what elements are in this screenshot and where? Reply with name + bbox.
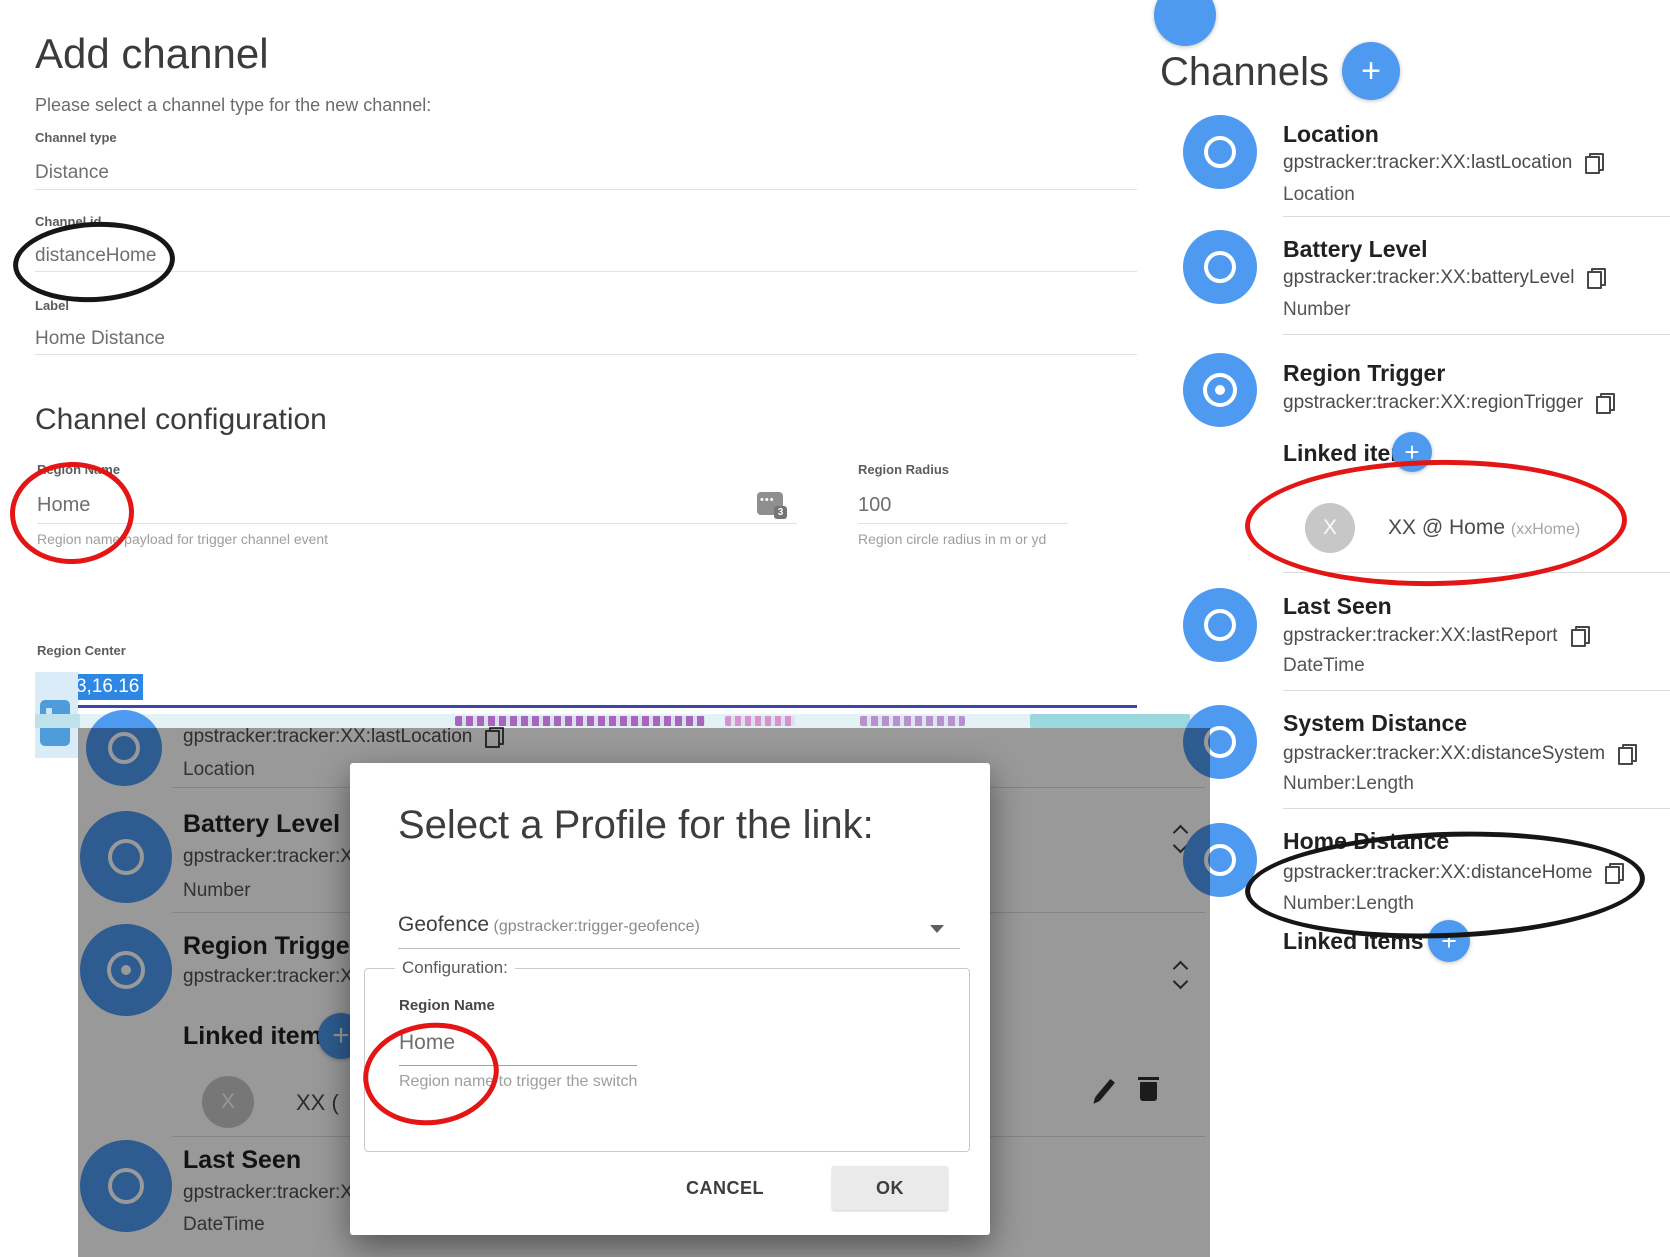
channel-id-underline <box>35 271 1137 272</box>
channel-title: Last Seen <box>1283 593 1392 620</box>
channel-id-row: gpstracker:tracker:XX:regionTrigger <box>1283 392 1615 414</box>
channel-id-row: gpstracker:tracker:XX:batteryLevel <box>1283 267 1606 289</box>
channel-item-type: Number <box>1283 299 1351 321</box>
region-name-underline <box>37 523 797 524</box>
channel-icon-region-trigger <box>1183 353 1257 427</box>
filler-badge: 3 <box>774 506 787 519</box>
region-radius-label: Region Radius <box>858 462 949 477</box>
copy-icon[interactable] <box>1618 744 1637 765</box>
region-radius-helper: Region circle radius in m or yd <box>858 531 1046 547</box>
linked-item[interactable]: XX @ Home (xxHome) <box>1388 516 1580 540</box>
label-field-underline <box>35 354 1137 355</box>
label-field-label: Label <box>35 298 69 313</box>
channel-item-type: Number:Length <box>1283 773 1414 795</box>
form-filler-icon[interactable]: ••• 3 <box>757 492 783 515</box>
channel-type-label: Channel type <box>35 130 117 145</box>
cancel-button[interactable]: CANCEL <box>650 1168 800 1208</box>
dialog-region-name-helper: Region name to trigger the switch <box>399 1073 637 1091</box>
copy-icon[interactable] <box>1571 626 1590 647</box>
channel-id-row: gpstracker:tracker:XX:distanceSystem <box>1283 743 1637 765</box>
dialog-region-name-input[interactable]: Home <box>399 1031 455 1055</box>
channel-title: Region Trigger <box>1283 360 1445 387</box>
channel-title: Home Distance <box>1283 828 1449 855</box>
channel-title: Battery Level <box>1283 236 1427 263</box>
channel-item-type: Location <box>1283 184 1355 206</box>
channel-type-underline <box>35 189 1137 190</box>
region-center-label: Region Center <box>37 643 126 658</box>
add-link-button[interactable]: + <box>1428 920 1470 962</box>
chevron-down-icon[interactable] <box>930 925 944 933</box>
region-radius-underline <box>858 523 1068 524</box>
channel-item-type: Number:Length <box>1283 893 1414 915</box>
region-center-focus-underline <box>35 705 1137 708</box>
label-field-input[interactable]: Home Distance <box>35 328 165 350</box>
ok-button[interactable]: OK <box>832 1166 948 1210</box>
channel-type-value[interactable]: Distance <box>35 162 109 184</box>
channel-title: System Distance <box>1283 710 1467 737</box>
dialog-region-name-label: Region Name <box>399 997 495 1014</box>
channel-id-row: gpstracker:tracker:XX:distanceHome <box>1283 862 1624 884</box>
linked-item-avatar: X <box>1305 503 1355 553</box>
channel-id-label: Channel id <box>35 214 101 229</box>
region-name-helper: Region name payload for trigger channel … <box>37 531 328 547</box>
copy-icon[interactable] <box>1585 153 1604 174</box>
channel-icon-location <box>1183 115 1257 189</box>
region-name-input[interactable]: Home <box>37 494 90 517</box>
channel-id-row: gpstracker:tracker:XX:lastLocation <box>1283 152 1604 174</box>
scroll-top-button[interactable] <box>1154 0 1216 46</box>
page-title: Add channel <box>35 30 269 78</box>
channels-title: Channels <box>1160 50 1329 95</box>
profile-select[interactable]: Geofence (gpstracker:trigger-geofence) <box>398 913 700 937</box>
copy-icon[interactable] <box>1605 863 1624 884</box>
linked-items-label: Linked items <box>1283 928 1424 955</box>
app-window: Add channel Please select a channel type… <box>0 0 1670 1257</box>
profile-dialog: Select a Profile for the link: Geofence … <box>350 763 990 1235</box>
region-radius-input[interactable]: 100 <box>858 494 891 517</box>
fieldset-legend: Configuration: <box>395 958 515 978</box>
configuration-fieldset: Configuration: Region Name Home Region n… <box>364 968 970 1152</box>
copy-icon[interactable] <box>1587 268 1606 289</box>
form-subtitle: Please select a channel type for the new… <box>35 95 431 116</box>
channel-id-input[interactable]: distanceHome <box>35 245 156 267</box>
add-channel-button[interactable]: + <box>1342 42 1400 100</box>
channel-title: Location <box>1283 121 1379 148</box>
channel-icon-last-seen <box>1183 588 1257 662</box>
add-link-button[interactable]: + <box>1392 432 1432 472</box>
filler-dots-icon: ••• <box>760 494 775 506</box>
channel-icon-battery <box>1183 230 1257 304</box>
channel-item-type: DateTime <box>1283 655 1365 677</box>
region-name-label: Region Name <box>37 462 120 477</box>
copy-icon[interactable] <box>1596 393 1615 414</box>
channel-id-row: gpstracker:tracker:XX:lastReport <box>1283 625 1590 647</box>
dialog-title: Select a Profile for the link: <box>398 803 874 848</box>
section-title: Channel configuration <box>35 403 327 437</box>
